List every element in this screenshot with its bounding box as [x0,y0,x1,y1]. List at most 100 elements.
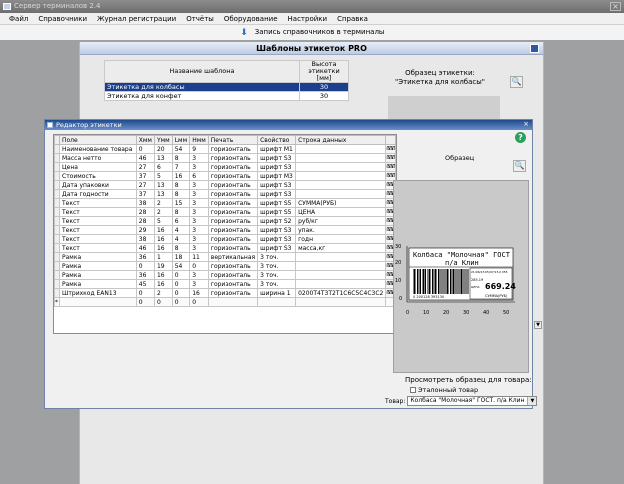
cell-l[interactable]: 18 [171,252,191,262]
cell-l[interactable]: 4 [171,225,191,235]
cell-y[interactable]: 2 [153,198,173,208]
cell-x[interactable]: 28 [135,216,155,226]
cell-h[interactable]: 3 [189,153,209,163]
editor-zoom-button[interactable]: 🔍 [513,160,526,172]
cell-print[interactable]: горизонталь [207,171,259,181]
scroll-down-arrow[interactable]: ▼ [534,321,542,329]
cell-data-string[interactable]: масса,кг [295,243,387,253]
cell-print[interactable]: горизонталь [207,162,259,172]
cell-field[interactable]: Текст [59,243,137,253]
etalon-checkbox-row[interactable]: Эталонный товар [410,386,478,394]
cell-x[interactable]: 38 [135,198,155,208]
grid-row[interactable]: Текст 28 2 8 3 горизонталь шрифт S5 ЦЕНА ẞẞẞ [54,207,396,217]
cell-x[interactable]: 27 [135,162,155,172]
editor-close-icon[interactable]: × [522,121,530,128]
cell-print[interactable]: горизонталь [207,279,259,289]
cell-h[interactable]: 9 [189,144,209,154]
template-row[interactable]: Этикетка для колбасы 30 [104,82,349,92]
cell-x[interactable]: 0 [135,288,155,298]
cell-y[interactable]: 13 [153,153,173,163]
cell-l[interactable]: 0 [171,279,191,289]
menu-reports[interactable]: Отчёты [181,13,219,24]
cell-h[interactable]: 3 [189,216,209,226]
cell-x[interactable]: 46 [135,153,155,163]
cell-x[interactable]: 0 [135,297,155,307]
cell-field[interactable]: Стоимость [59,171,137,181]
cell-property[interactable]: шрифт S3 [257,180,297,190]
cell-l[interactable]: 8 [171,180,191,190]
cell-h[interactable]: 0 [189,261,209,271]
cell-field[interactable]: Масса нетто [59,153,137,163]
cell-h[interactable]: 3 [189,180,209,190]
cell-x[interactable]: 45 [135,279,155,289]
cell-print[interactable]: горизонталь [207,216,259,226]
cell-data-string[interactable] [295,171,387,181]
etalon-checkbox[interactable] [410,387,416,393]
cell-h[interactable]: 3 [189,189,209,199]
cell-property[interactable]: шрифт S3 [257,225,297,235]
cell-l[interactable]: 8 [171,189,191,199]
cell-field[interactable]: Текст [59,207,137,217]
cell-print[interactable]: горизонталь [207,225,259,235]
cell-l[interactable]: 0 [171,297,191,307]
grid-row[interactable]: Наименование товара 0 20 54 9 горизонталь шриф… [54,144,396,154]
grid-row[interactable]: Рамка 36 16 0 3 горизонталь 3 точ. ẞẞẞ [54,270,396,280]
cell-x[interactable]: 36 [135,252,155,262]
cell-data-string[interactable] [295,189,387,199]
cell-data-string[interactable] [295,144,387,154]
cell-field[interactable]: Текст [59,234,137,244]
menu-help[interactable]: Справка [332,13,373,24]
cell-field[interactable]: Цена [59,162,137,172]
cell-print[interactable]: горизонталь [207,144,259,154]
cell-property[interactable]: ширина 1 [257,288,297,298]
cell-print[interactable]: горизонталь [207,261,259,271]
cell-print[interactable]: горизонталь [207,207,259,217]
cell-y[interactable]: 1 [153,252,173,262]
cell-h[interactable]: 3 [189,225,209,235]
menu-log[interactable]: Журнал регистрации [92,13,181,24]
grid-row[interactable]: Дата годности 37 13 8 3 горизонталь шрифт S3 ẞẞ… [54,189,396,199]
cell-l[interactable]: 54 [171,144,191,154]
write-to-terminals-button[interactable]: ⬇ Запись справочников в терминалы [240,28,384,38]
cell-data-string[interactable] [295,261,387,271]
cell-h[interactable]: 3 [189,279,209,289]
menu-settings[interactable]: Настройки [283,13,333,24]
grid-row[interactable]: Текст 38 2 15 3 горизонталь шрифт S5 СУММА(РУБ)… [54,198,396,208]
cell-l[interactable]: 16 [171,171,191,181]
cell-field[interactable]: Наименование товара [59,144,137,154]
cell-l[interactable]: 54 [171,261,191,271]
cell-l[interactable]: 4 [171,234,191,244]
cell-y[interactable]: 19 [153,261,173,271]
cell-h[interactable]: 3 [189,234,209,244]
cell-property[interactable]: шрифт M1 [257,144,297,154]
grid-row[interactable]: Текст 28 5 6 3 горизонталь шрифт S2 руб/кг ẞẞẞ [54,216,396,226]
cell-field[interactable]: Текст [59,198,137,208]
cell-y[interactable]: 5 [153,171,173,181]
cell-field[interactable]: Штрихкод EAN13 [59,288,137,298]
cell-data-string[interactable] [295,162,387,172]
cell-h[interactable]: 0 [189,297,209,307]
cell-l[interactable]: 0 [171,270,191,280]
cell-x[interactable]: 38 [135,234,155,244]
cell-property[interactable]: 3 точ. [257,279,297,289]
menu-directories[interactable]: Справочники [33,13,92,24]
cell-y[interactable]: 16 [153,243,173,253]
cell-x[interactable]: 37 [135,189,155,199]
grid-row[interactable]: Дата упаковки 27 13 8 3 горизонталь шрифт S3 ẞẞ… [54,180,396,190]
cell-print[interactable]: горизонталь [207,189,259,199]
cell-print[interactable]: горизонталь [207,243,259,253]
close-icon[interactable]: × [610,2,621,11]
cell-x[interactable]: 0 [135,144,155,154]
cell-property[interactable] [257,297,297,307]
cell-field[interactable]: Рамка [59,279,137,289]
cell-h[interactable]: 3 [189,243,209,253]
cell-h[interactable]: 6 [189,171,209,181]
cell-h[interactable]: 16 [189,288,209,298]
cell-y[interactable]: 5 [153,216,173,226]
cell-l[interactable]: 7 [171,162,191,172]
cell-data-string[interactable]: годн [295,234,387,244]
cell-x[interactable]: 46 [135,243,155,253]
cell-x[interactable]: 37 [135,171,155,181]
menu-equipment[interactable]: Оборудование [219,13,283,24]
grid-row[interactable]: Текст 46 16 8 3 горизонталь шрифт S3 масса,кг ẞẞ… [54,243,396,253]
